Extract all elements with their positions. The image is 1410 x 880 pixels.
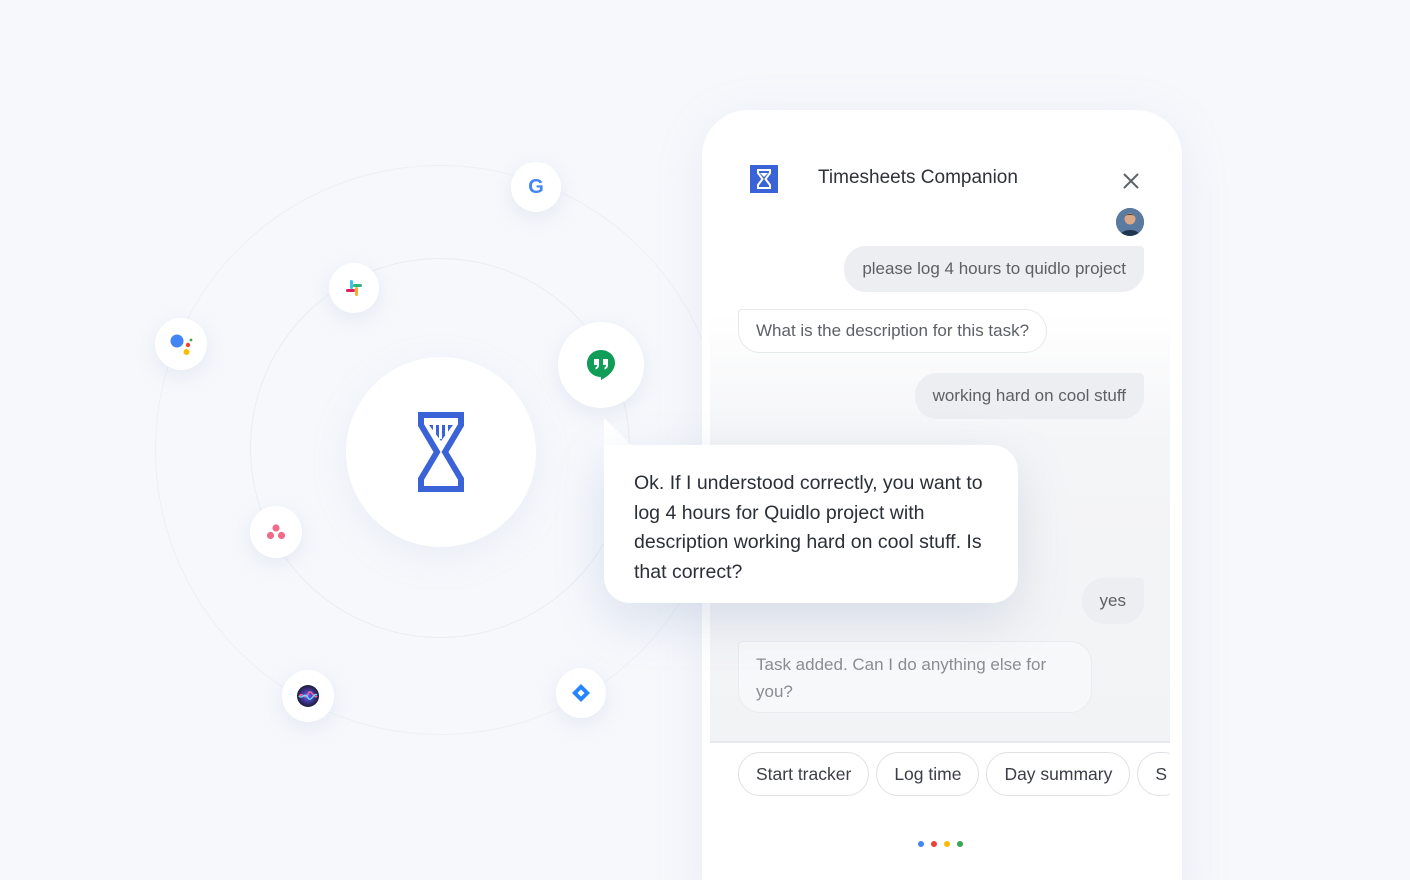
- google-icon: G: [528, 175, 544, 198]
- integration-asana[interactable]: [250, 506, 302, 558]
- chip-start-tracker[interactable]: Start tracker: [738, 752, 870, 796]
- integration-slack[interactable]: [329, 263, 379, 313]
- slack-icon: [346, 280, 362, 296]
- hub-logo: [346, 357, 536, 547]
- bot-confirm-bubble: Ok. If I understood correctly, you want …: [604, 445, 1018, 603]
- dot-blue: [918, 841, 924, 847]
- jira-icon: [572, 684, 590, 702]
- integration-siri[interactable]: [282, 670, 334, 722]
- user-message: please log 4 hours to quidlo project: [844, 246, 1144, 292]
- integration-hangouts[interactable]: [558, 322, 644, 408]
- close-icon: [1123, 173, 1139, 189]
- user-message: working hard on cool stuff: [914, 373, 1144, 419]
- divider: [710, 741, 1170, 743]
- dot-green: [957, 841, 963, 847]
- chip-day-summary[interactable]: Day summary: [986, 752, 1131, 796]
- integration-jira[interactable]: [556, 668, 606, 718]
- bot-message: Task added. Can I do anything else for y…: [738, 641, 1092, 713]
- avatar: [1116, 208, 1144, 236]
- dot-yellow: [944, 841, 950, 847]
- dot-red: [931, 841, 937, 847]
- google-assistant-icon: [170, 334, 193, 355]
- google-assistant-dots-icon: [918, 841, 963, 847]
- suggestion-chips: Start tracker Log time Day summary S: [738, 752, 1170, 798]
- user-message: yes: [1081, 578, 1144, 624]
- hangouts-icon: [587, 350, 615, 380]
- bot-message: What is the description for this task?: [738, 309, 1048, 353]
- integration-google-assistant[interactable]: [155, 318, 207, 370]
- hourglass-logo-icon: [418, 412, 464, 492]
- siri-icon: [297, 685, 319, 707]
- bot-bubble-tail: [604, 418, 632, 446]
- close-button[interactable]: [1116, 166, 1146, 196]
- assistant-title: Timesheets Companion: [818, 167, 1018, 188]
- chip-more[interactable]: S: [1137, 752, 1170, 796]
- integration-google[interactable]: G: [511, 162, 561, 212]
- asana-icon: [266, 524, 286, 540]
- hourglass-logo-icon: [750, 165, 778, 193]
- chip-log-time[interactable]: Log time: [876, 752, 980, 796]
